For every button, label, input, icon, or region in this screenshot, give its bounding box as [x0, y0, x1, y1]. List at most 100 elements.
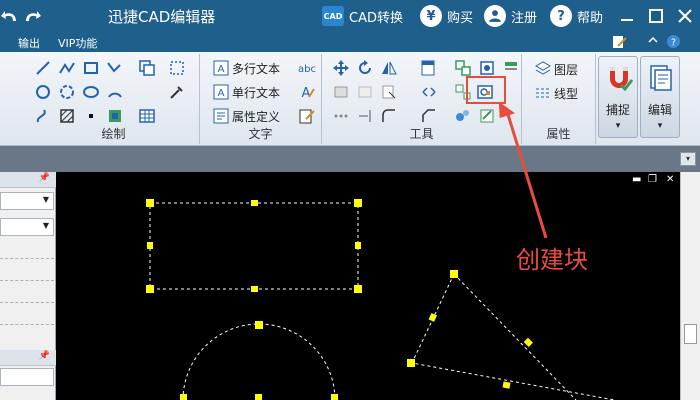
drawing-canvas[interactable]: ▬ ❐ ✕ [56, 172, 680, 400]
redo-icon[interactable] [20, 6, 42, 26]
tools-group-label: 工具 [409, 127, 434, 141]
snap-button[interactable]: 捕捉 ▾ [598, 56, 638, 138]
info-help-icon[interactable]: ? [666, 34, 681, 52]
text-edit-icon[interactable]: A [298, 83, 316, 101]
line-icon[interactable] [34, 59, 52, 77]
svg-text:?: ? [671, 37, 676, 48]
cad-convert-button[interactable]: CAD CAD转换 [322, 4, 403, 28]
linetype-button[interactable]: 线型 [554, 85, 578, 102]
eyedropper-icon[interactable] [168, 83, 186, 101]
explode-icon[interactable] [420, 83, 438, 101]
selected-circle[interactable] [182, 323, 336, 400]
user-icon [484, 5, 506, 27]
copy-block-icon[interactable] [138, 59, 156, 77]
svg-text:A: A [218, 88, 225, 99]
layer-select[interactable]: ▼ [0, 218, 54, 236]
arc-icon[interactable] [106, 83, 124, 101]
selected-triangle[interactable] [411, 273, 680, 400]
edit-label: 编辑 [647, 103, 672, 117]
paste-icon[interactable] [356, 83, 374, 101]
mtext-icon[interactable]: A [212, 59, 230, 77]
buy-button[interactable]: ¥ 购买 [420, 4, 473, 28]
curve-icon[interactable] [34, 107, 52, 125]
selected-rectangle[interactable] [149, 202, 359, 290]
polyline-icon[interactable] [58, 59, 76, 77]
single-text-button[interactable]: 单行文本 [232, 84, 280, 101]
menu-vip[interactable]: VIP功能 [58, 35, 97, 51]
mtext-button[interactable]: 多行文本 [232, 60, 280, 77]
insert-block-icon[interactable] [478, 59, 496, 77]
group-icon[interactable] [454, 59, 472, 77]
point-icon[interactable] [82, 107, 100, 125]
circle-grips[interactable] [180, 321, 338, 400]
layout-icon[interactable] [420, 59, 438, 77]
draw-group-label: 绘制 [101, 127, 126, 141]
edit-button[interactable]: 编辑 ▾ [640, 56, 680, 138]
mirror-icon[interactable] [380, 59, 398, 77]
snap-dropdown-icon[interactable]: ▾ [599, 121, 637, 131]
rectangle-grips[interactable] [146, 199, 362, 293]
maximize-icon[interactable] [645, 5, 667, 27]
scale-icon[interactable] [380, 83, 398, 101]
layer-icon[interactable] [534, 60, 552, 78]
title-bar: 迅捷CAD编辑器 CAD CAD转换 ¥ 购买 注册 ? 帮助 [0, 0, 700, 32]
triangle-edge[interactable] [453, 273, 577, 400]
copy-icon[interactable] [332, 83, 350, 101]
table-icon[interactable] [138, 107, 156, 125]
layer-button[interactable]: 图层 [554, 61, 578, 78]
flag-icon[interactable] [502, 59, 520, 77]
properties-group: 图层 线型 属性 [522, 54, 596, 144]
ellipse-icon[interactable] [82, 83, 100, 101]
pin-icon[interactable]: 📌 [39, 351, 50, 361]
ribbon-collapse-icon[interactable]: ▾ [680, 152, 696, 166]
attribute-icon[interactable] [212, 107, 230, 125]
panel-field[interactable] [0, 368, 54, 386]
hatch-icon[interactable] [58, 107, 76, 125]
attach-icon[interactable] [454, 107, 472, 125]
scrollbar-thumb[interactable] [684, 324, 697, 344]
row-divider [0, 324, 54, 325]
move-icon[interactable] [332, 59, 350, 77]
svg-text:A: A [302, 86, 311, 101]
spline-icon[interactable] [106, 59, 124, 77]
close-icon[interactable] [674, 5, 696, 27]
menu-export[interactable]: 输出 [18, 35, 40, 51]
select-region-icon[interactable] [168, 59, 186, 77]
dropdown-arrow-icon: ▼ [42, 221, 49, 230]
minimize-icon[interactable] [616, 5, 638, 27]
image-icon[interactable] [106, 107, 124, 125]
edit-note-icon[interactable] [298, 107, 316, 125]
chamfer-icon[interactable] [420, 107, 438, 125]
single-text-icon[interactable]: A [212, 83, 230, 101]
vertical-scrollbar[interactable] [680, 172, 700, 400]
text-style-icon[interactable]: abc [298, 59, 316, 77]
dots-icon[interactable] [332, 107, 350, 125]
extend-icon[interactable] [356, 107, 374, 125]
polygon-icon[interactable] [58, 83, 76, 101]
rotate-icon[interactable] [356, 59, 374, 77]
row-divider [0, 280, 54, 281]
circle-icon[interactable] [34, 83, 52, 101]
linetype-icon[interactable] [534, 84, 552, 102]
object-type-select[interactable]: ▼ [0, 192, 54, 210]
edit-dropdown-icon[interactable]: ▾ [641, 121, 679, 131]
block-edit-icon[interactable] [478, 107, 496, 125]
draw-group: 绘制 [28, 54, 200, 144]
pen-icon[interactable] [612, 35, 628, 52]
text-group: A 多行文本 abc A 单行文本 A 属性定义 文字 [200, 54, 322, 144]
attribute-define-button[interactable]: 属性定义 [232, 108, 280, 125]
triangle-grips[interactable] [407, 270, 533, 389]
rectangle-icon[interactable] [82, 59, 100, 77]
collapse-up-icon[interactable] [648, 35, 658, 48]
properties-panel: 📌 ▼ ▼ 📌 [0, 172, 56, 400]
fillet-icon[interactable] [380, 107, 398, 125]
text-group-label: 文字 [248, 127, 273, 141]
panel-header: 📌 [0, 172, 56, 188]
help-button[interactable]: ? 帮助 [550, 4, 603, 28]
pin-icon[interactable]: 📌 [39, 173, 50, 183]
undo-icon[interactable] [0, 6, 22, 26]
register-button[interactable]: 注册 [484, 4, 537, 28]
create-block-highlight [466, 76, 506, 104]
buy-label: 购买 [447, 10, 474, 26]
drawing-svg [146, 199, 680, 400]
